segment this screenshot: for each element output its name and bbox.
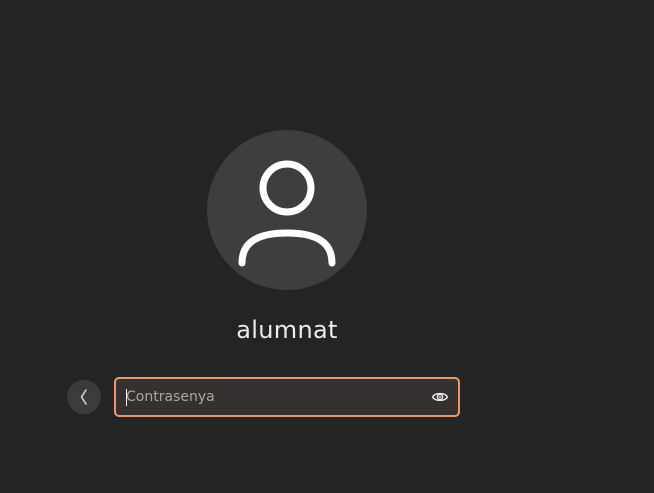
- chevron-left-icon: [80, 389, 87, 405]
- text-caret: [126, 389, 127, 406]
- username-label: alumnat: [236, 316, 338, 344]
- back-button[interactable]: [67, 380, 101, 414]
- avatar: [207, 130, 367, 290]
- password-input[interactable]: [126, 379, 416, 415]
- user-silhouette-icon: [238, 160, 336, 267]
- eye-icon[interactable]: [431, 388, 449, 406]
- password-field[interactable]: [114, 377, 460, 417]
